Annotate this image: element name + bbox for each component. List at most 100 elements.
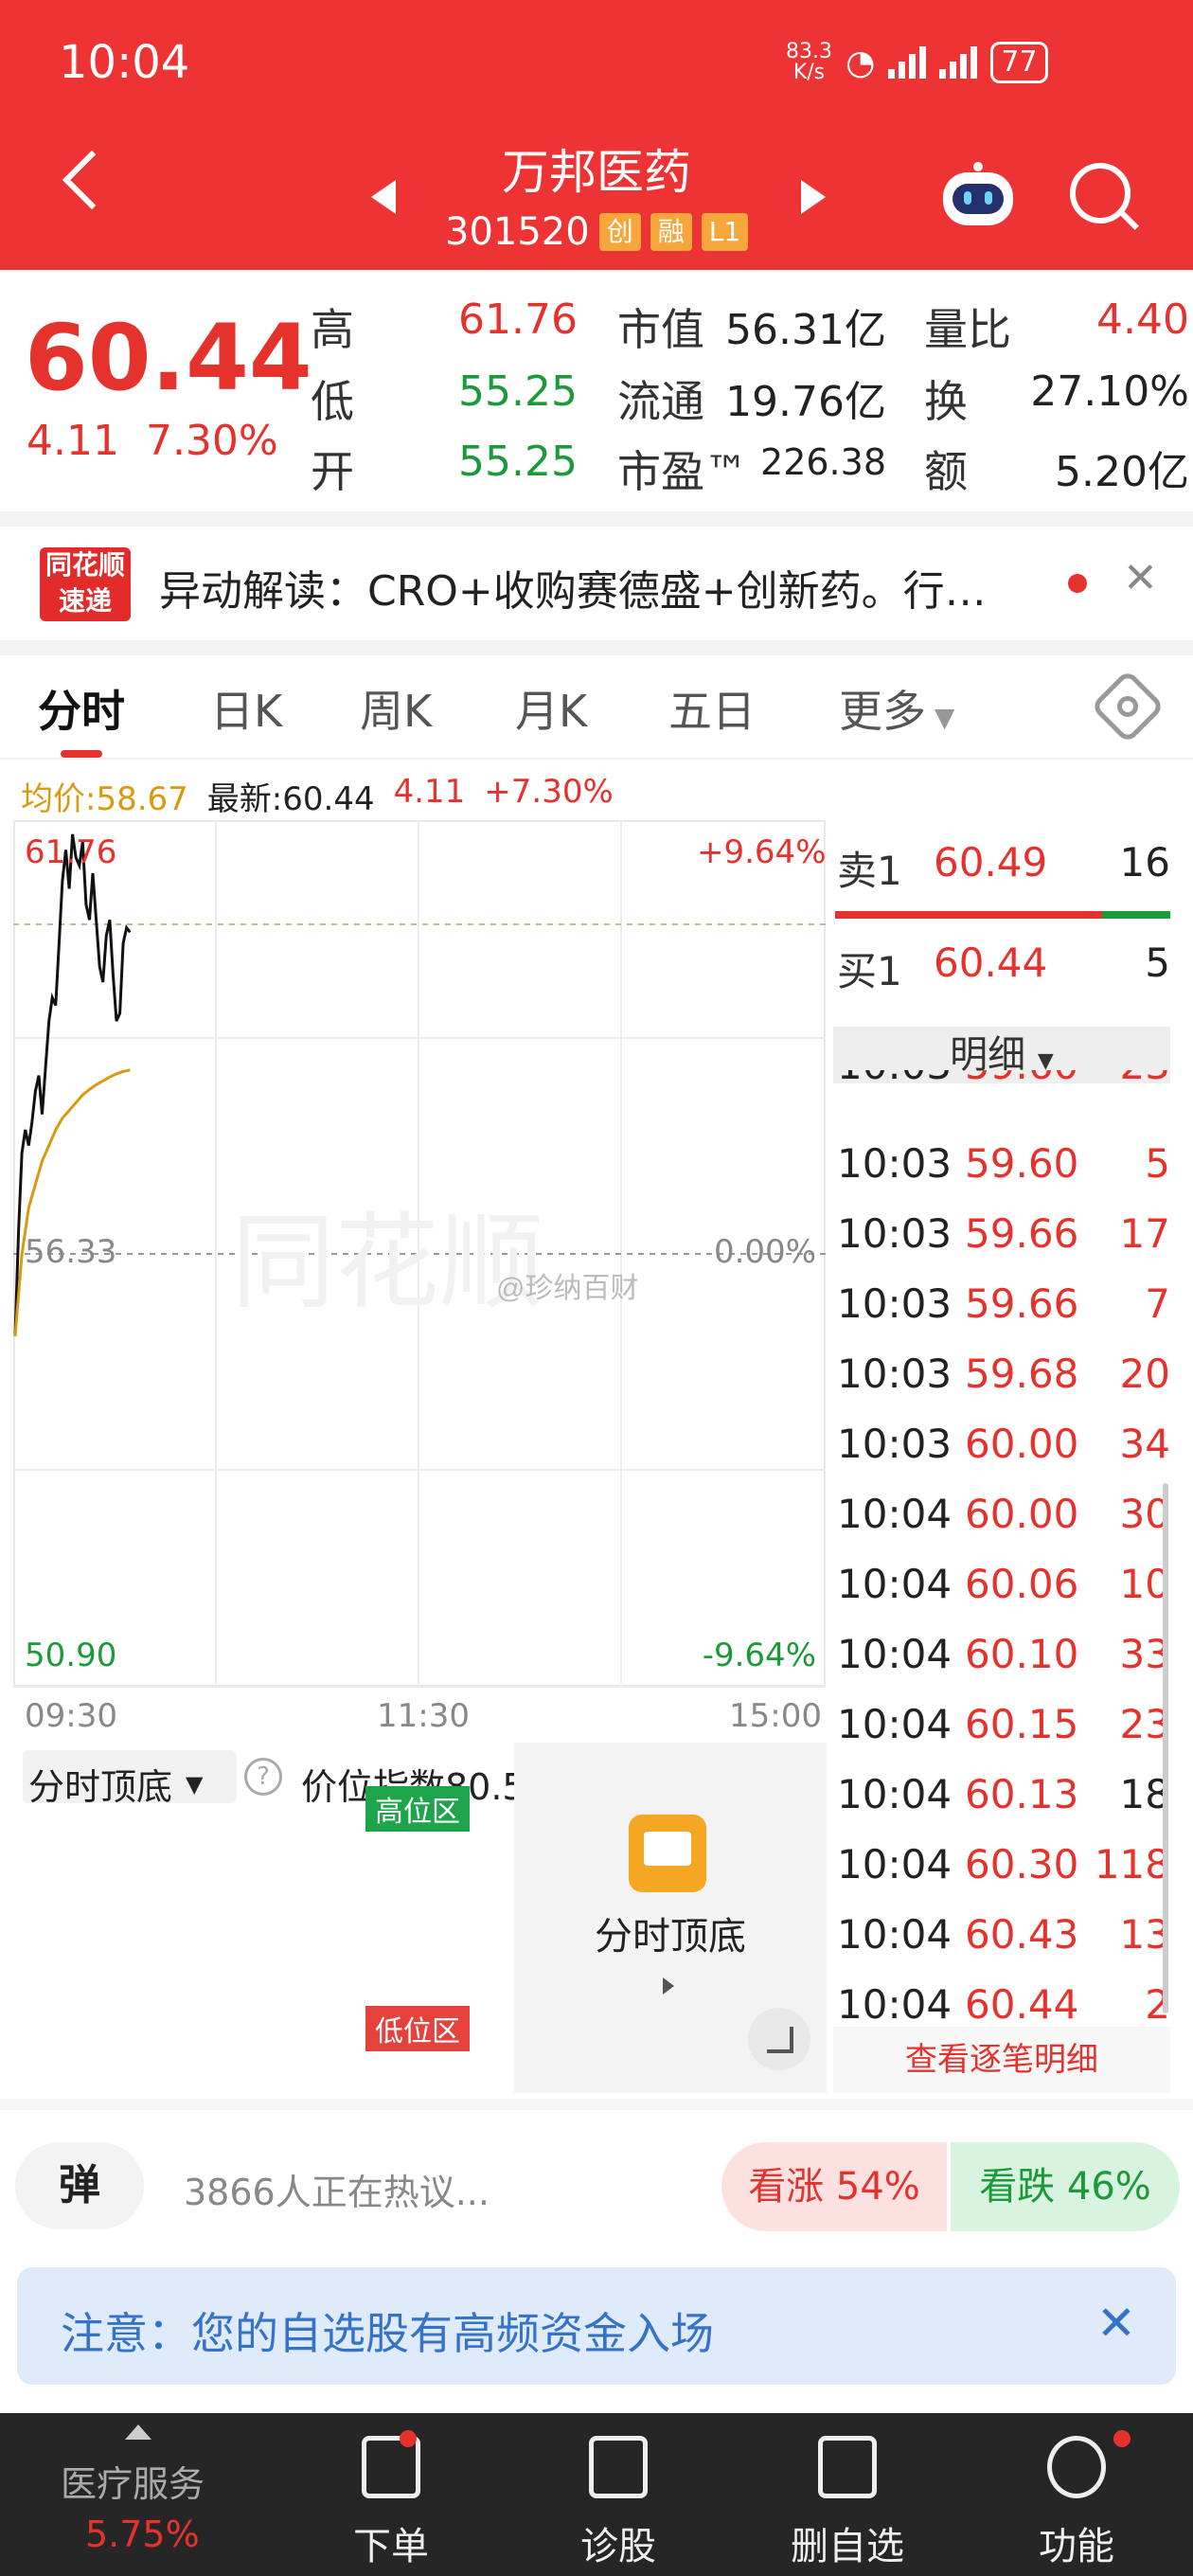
stat-value-float: 19.76亿 bbox=[725, 378, 886, 426]
settings-icon[interactable] bbox=[1090, 669, 1166, 744]
pct-label-mid: 0.00% bbox=[713, 1233, 816, 1271]
trade-time: 10:03 bbox=[837, 1280, 953, 1327]
trade-volume: 17 bbox=[1119, 1210, 1170, 1257]
y-label-mid: 56.33 bbox=[25, 1233, 117, 1271]
chevron-up-icon[interactable] bbox=[125, 2424, 151, 2440]
trade-price: 59.68 bbox=[965, 1351, 1079, 1397]
latest-price: 最新:60.44 bbox=[206, 780, 375, 818]
trade-time: 10:04 bbox=[837, 1771, 953, 1817]
low-zone-label: 低位区 bbox=[365, 2006, 470, 2051]
trade-volume: 5 bbox=[1145, 1140, 1170, 1187]
news-logo-line2: 速递 bbox=[58, 585, 112, 617]
tab-more[interactable]: 更多 ▼ bbox=[839, 677, 954, 740]
nav-diagnose[interactable]: 诊股 bbox=[543, 2515, 694, 2570]
trade-row: 10:04 60.00 30 bbox=[837, 1491, 1170, 1537]
buy1-label: 买1 bbox=[837, 948, 902, 994]
buy1-price: 60.44 bbox=[934, 939, 1048, 986]
search-icon[interactable] bbox=[1070, 163, 1131, 224]
tab-five-day[interactable]: 五日 bbox=[668, 677, 756, 740]
info-change-pct: +7.30% bbox=[484, 773, 614, 811]
notification-dot bbox=[400, 2430, 417, 2447]
chevron-right-icon bbox=[663, 1977, 674, 1995]
unread-dot bbox=[1068, 574, 1087, 593]
stat-value-volratio: 4.40 bbox=[1096, 295, 1189, 344]
stock-code-row: 301520 创 融 L1 bbox=[445, 210, 749, 254]
chevron-down-icon: ▼ bbox=[186, 1770, 204, 1798]
wifi-icon: ◔ bbox=[845, 43, 876, 82]
signal-icon bbox=[888, 46, 927, 79]
diagnose-icon[interactable] bbox=[589, 2436, 648, 2498]
stock-code: 301520 bbox=[445, 210, 590, 254]
robot-assistant-icon[interactable] bbox=[939, 161, 1017, 227]
news-headline[interactable]: 异动解读：CRO+收购赛德盛+创新药。行… bbox=[159, 557, 987, 617]
status-time: 10:04 bbox=[59, 36, 190, 89]
stat-label-low: 低 bbox=[311, 376, 354, 427]
stat-label-turnover: 换 bbox=[924, 376, 968, 427]
indicator-selector[interactable]: 分时顶底 ▼ bbox=[28, 1758, 203, 1810]
stat-label-volratio: 量比 bbox=[924, 304, 1011, 355]
discussion-count[interactable]: 3866人正在热议... bbox=[184, 2163, 490, 2215]
close-icon[interactable]: ✕ bbox=[1123, 554, 1158, 602]
nav-function[interactable]: 功能 bbox=[1001, 2515, 1152, 2570]
high-zone-label: 高位区 bbox=[365, 1786, 470, 1832]
trade-price: 60.10 bbox=[965, 1631, 1079, 1677]
trade-row: 10:03 59.60 5 bbox=[837, 1140, 1170, 1187]
trade-time: 10:04 bbox=[837, 1491, 953, 1537]
trade-price: 59.60 bbox=[965, 1140, 1079, 1187]
divider bbox=[0, 758, 1193, 760]
next-stock-icon[interactable] bbox=[801, 180, 826, 214]
tab-intraday[interactable]: 分时 bbox=[38, 677, 125, 740]
chevron-down-icon: ▼ bbox=[1037, 1049, 1054, 1073]
weibo-watermark: @珍纳百财 bbox=[496, 1273, 638, 1304]
close-icon[interactable]: ✕ bbox=[1096, 2296, 1136, 2351]
scrollbar[interactable] bbox=[1163, 1483, 1168, 2013]
stat-value-high: 61.76 bbox=[458, 295, 578, 344]
tab-monthly-k[interactable]: 月K bbox=[515, 677, 587, 740]
trade-price: 60.15 bbox=[965, 1701, 1079, 1747]
bearish-button[interactable]: 看跌 46% bbox=[951, 2142, 1180, 2231]
trade-volume: 118 bbox=[1094, 1841, 1170, 1887]
function-icon[interactable] bbox=[1047, 2436, 1106, 2498]
trade-row: 10:04 60.06 10 bbox=[837, 1561, 1170, 1607]
danmu-button[interactable]: 弹 bbox=[15, 2142, 144, 2229]
sector-name[interactable]: 医疗服务 bbox=[61, 2455, 205, 2507]
trade-price: 60.44 bbox=[965, 1981, 1079, 2028]
nav-order[interactable]: 下单 bbox=[315, 2515, 467, 2570]
stat-label-mktcap: 市值 bbox=[617, 304, 704, 355]
nav-remove-watchlist[interactable]: 删自选 bbox=[772, 2515, 923, 2570]
change-value: 4.11 bbox=[27, 417, 119, 465]
trade-time: 10:03 bbox=[837, 1210, 953, 1257]
trade-price: 60.30 bbox=[965, 1841, 1079, 1887]
trade-price: 59.66 bbox=[965, 1280, 1079, 1327]
divider bbox=[0, 511, 1193, 527]
trade-price: 60.06 bbox=[965, 1561, 1079, 1607]
tab-weekly-k[interactable]: 周K bbox=[360, 677, 432, 740]
notification-dot bbox=[1113, 2430, 1131, 2447]
bullish-button[interactable]: 看涨 54% bbox=[721, 2142, 947, 2231]
help-icon[interactable]: ? bbox=[244, 1758, 282, 1796]
chevron-down-icon: ▼ bbox=[926, 702, 955, 733]
trade-row: 10:04 60.13 18 bbox=[837, 1771, 1170, 1817]
tag-rong: 融 bbox=[650, 213, 692, 251]
price-change: 4.11 7.30% bbox=[27, 417, 278, 465]
network-speed: 83.3 K/s bbox=[786, 40, 832, 84]
stat-label-open: 开 bbox=[311, 446, 354, 497]
stat-value-pe: 226.38 bbox=[760, 441, 886, 483]
trade-price: 60.13 bbox=[965, 1771, 1079, 1817]
tab-daily-k[interactable]: 日K bbox=[210, 677, 282, 740]
sell1-volume: 16 bbox=[1119, 839, 1170, 886]
indicator-name: 分时顶底 bbox=[28, 1766, 173, 1808]
tab-more-label: 更多 bbox=[839, 686, 926, 737]
news-logo-line1: 同花顺 bbox=[45, 549, 125, 581]
stat-value-turnover: 27.10% bbox=[1030, 367, 1189, 416]
view-all-trades-button[interactable]: 查看逐笔明细 bbox=[833, 2027, 1170, 2093]
stat-label-float: 流通 bbox=[617, 376, 704, 427]
remove-watchlist-icon[interactable] bbox=[818, 2436, 877, 2498]
stat-label-high: 高 bbox=[311, 304, 354, 355]
trade-time: 10:03 bbox=[837, 1421, 953, 1467]
buy1-volume: 5 bbox=[1145, 939, 1170, 986]
fullscreen-icon[interactable] bbox=[748, 2008, 810, 2070]
trade-row: 10:03 59.66 17 bbox=[837, 1210, 1170, 1257]
sell1-price: 60.49 bbox=[934, 839, 1048, 886]
chart-icon bbox=[629, 1815, 706, 1892]
